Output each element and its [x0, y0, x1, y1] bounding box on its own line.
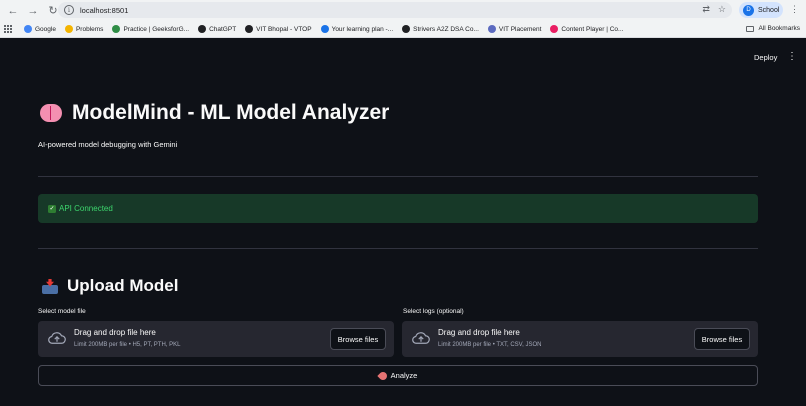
- bookmark-item[interactable]: VIT Placement: [487, 25, 541, 33]
- cloud-upload-icon: [48, 331, 66, 345]
- bookmark-item[interactable]: Strivers A2Z DSA Co...: [402, 25, 479, 33]
- dropzone-limit: Limit 200MB per file • TXT, CSV, JSON: [438, 342, 542, 348]
- analyze-button[interactable]: Analyze: [38, 365, 758, 386]
- inbox-tray-icon: [42, 278, 58, 294]
- page-title: ModelMind - ML Model Analyzer: [40, 101, 389, 125]
- geeksforgeeks-icon: [112, 25, 121, 33]
- bookmark-item[interactable]: Content Player | Co...: [550, 25, 623, 33]
- brain-icon: [40, 104, 62, 122]
- back-icon[interactable]: ←: [6, 4, 20, 18]
- divider: [38, 248, 758, 249]
- logs-browse-button[interactable]: Browse files: [694, 328, 750, 350]
- translate-icon[interactable]: ⇄: [702, 4, 710, 15]
- bookmark-item[interactable]: Practice | GeeksforG...: [112, 25, 189, 33]
- folder-icon: [746, 25, 755, 32]
- learning-icon: [320, 25, 329, 33]
- site-info-icon[interactable]: i: [64, 5, 74, 15]
- url-text[interactable]: localhost:8501: [80, 6, 128, 15]
- bookmark-item[interactable]: VIT Bhopal - VTOP: [245, 25, 312, 33]
- model-dropzone[interactable]: Drag and drop file here Limit 200MB per …: [38, 321, 394, 357]
- profile-button[interactable]: D School: [739, 2, 783, 18]
- divider: [38, 176, 758, 177]
- rocket-icon: [376, 369, 389, 382]
- address-bar[interactable]: i localhost:8501 ⇄ ☆: [58, 2, 732, 18]
- problems-icon: [64, 25, 73, 33]
- model-browse-button[interactable]: Browse files: [330, 328, 386, 350]
- profile-name: School: [758, 6, 780, 14]
- bookmark-star-icon[interactable]: ☆: [718, 4, 726, 15]
- chatgpt-icon: [198, 25, 207, 33]
- page-subtitle: AI-powered model debugging with Gemini: [38, 140, 178, 149]
- deploy-button[interactable]: Deploy: [754, 53, 777, 62]
- globe-icon: [245, 25, 254, 33]
- dropzone-limit: Limit 200MB per file • H5, PT, PTH, PKL: [74, 342, 181, 348]
- bookmark-item[interactable]: ChatGPT: [198, 25, 236, 33]
- bookmarks-bar: Google Problems Practice | GeeksforG... …: [0, 21, 806, 38]
- dropzone-title: Drag and drop file here: [438, 328, 520, 337]
- forward-icon[interactable]: →: [26, 4, 40, 18]
- apps-grid-icon[interactable]: [4, 25, 12, 33]
- status-alert: ✓ API Connected: [38, 194, 758, 223]
- avatar: D: [743, 4, 754, 16]
- striver-icon: [402, 25, 411, 33]
- browser-toolbar: ← → ↻ i localhost:8501 ⇄ ☆ D School ⋮: [0, 0, 806, 21]
- content-player-icon: [550, 25, 559, 33]
- browser-menu-icon[interactable]: ⋮: [790, 4, 799, 15]
- app-menu-icon[interactable]: ⋮: [787, 51, 797, 62]
- app-viewport: Deploy ⋮ ModelMind - ML Model Analyzer A…: [0, 38, 806, 406]
- all-bookmarks[interactable]: All Bookmarks: [746, 25, 800, 32]
- bookmark-item[interactable]: Your learning plan -...: [320, 25, 393, 33]
- google-icon: [24, 25, 32, 33]
- status-text: API Connected: [59, 204, 113, 213]
- upload-heading: Upload Model: [42, 276, 178, 296]
- logs-dropzone[interactable]: Drag and drop file here Limit 200MB per …: [402, 321, 758, 357]
- cloud-upload-icon: [412, 331, 430, 345]
- placement-icon: [487, 25, 496, 33]
- logs-uploader-label: Select logs (optional): [403, 308, 464, 315]
- bookmark-item[interactable]: Google: [24, 25, 56, 33]
- check-icon: ✓: [48, 204, 56, 213]
- model-uploader-label: Select model file: [38, 308, 86, 315]
- dropzone-title: Drag and drop file here: [74, 328, 156, 337]
- bookmark-item[interactable]: Problems: [64, 25, 103, 33]
